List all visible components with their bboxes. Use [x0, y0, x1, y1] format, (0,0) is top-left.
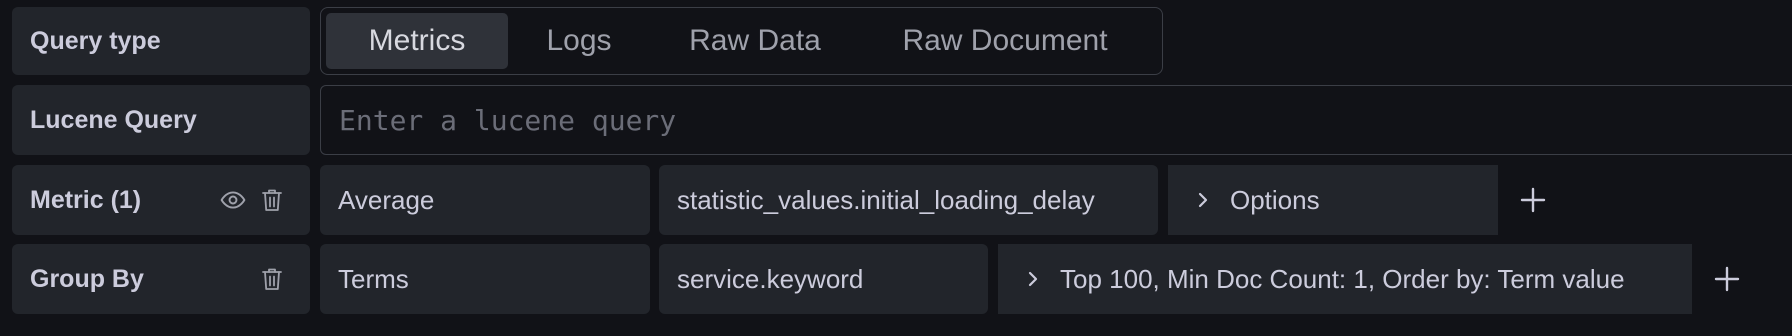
query-type-label-text: Query type — [30, 26, 161, 55]
trash-icon[interactable] — [260, 266, 284, 292]
trash-icon[interactable] — [260, 187, 284, 213]
eye-icon[interactable] — [220, 187, 246, 213]
group-by-label: Group By — [12, 244, 310, 314]
metric-label-text: Metric (1) — [30, 185, 142, 214]
lucene-query-input[interactable] — [320, 85, 1792, 155]
add-metric-button[interactable] — [1508, 175, 1558, 225]
query-type-option-metrics[interactable]: Metrics — [326, 13, 508, 69]
chevron-right-icon — [1026, 269, 1040, 289]
group-by-type-select[interactable]: Terms — [320, 244, 650, 314]
query-type-radio-group: Metrics Logs Raw Data Raw Document — [320, 7, 1163, 75]
chevron-right-icon — [1196, 190, 1210, 210]
lucene-query-label-text: Lucene Query — [30, 105, 197, 134]
metric-options-label: Options — [1230, 184, 1320, 215]
add-group-by-button[interactable] — [1702, 254, 1752, 304]
query-type-option-raw-data[interactable]: Raw Data — [650, 13, 860, 69]
group-by-settings-summary: Top 100, Min Doc Count: 1, Order by: Ter… — [1060, 263, 1625, 294]
group-by-settings-toggle[interactable]: Top 100, Min Doc Count: 1, Order by: Ter… — [998, 244, 1692, 314]
query-type-label: Query type — [12, 7, 310, 75]
query-type-option-logs[interactable]: Logs — [508, 13, 650, 69]
lucene-query-label: Lucene Query — [12, 85, 310, 155]
metric-label: Metric (1) — [12, 165, 310, 235]
metric-options-toggle[interactable]: Options — [1168, 165, 1498, 235]
group-by-field-select[interactable]: service.keyword — [659, 244, 988, 314]
query-type-option-raw-document[interactable]: Raw Document — [860, 13, 1150, 69]
metric-field-select[interactable]: statistic_values.initial_loading_delay — [659, 165, 1158, 235]
group-by-label-text: Group By — [30, 264, 144, 293]
metric-aggregation-select[interactable]: Average — [320, 165, 650, 235]
